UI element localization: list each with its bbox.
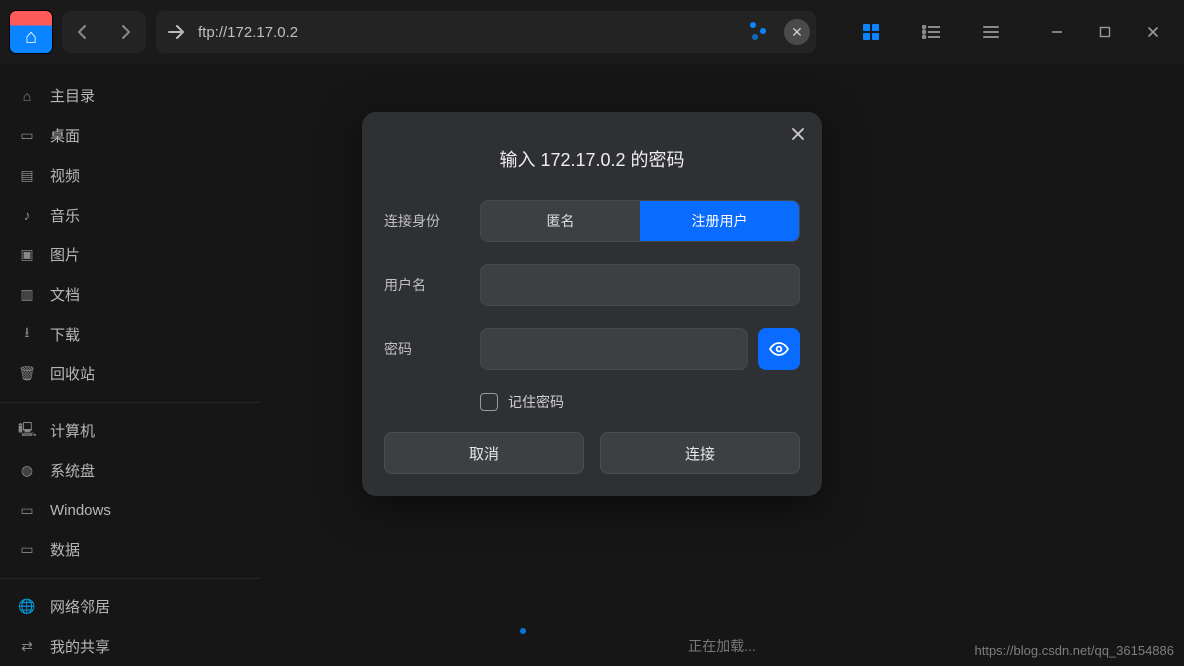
checkbox-icon	[480, 393, 498, 411]
watermark: https://blog.csdn.net/qq_36154886	[975, 643, 1175, 658]
auth-modal: 输入 172.17.0.2 的密码 连接身份 匿名 注册用户 用户名 密码 记住…	[362, 112, 822, 496]
toggle-password-visibility-button[interactable]	[758, 328, 800, 370]
identity-segment: 匿名 注册用户	[480, 200, 800, 242]
password-label: 密码	[384, 339, 480, 359]
identity-registered-option[interactable]: 注册用户	[640, 201, 799, 241]
connect-button[interactable]: 连接	[600, 432, 800, 474]
titlebar: ⌂ ✕	[0, 0, 1184, 64]
nav-back-button[interactable]	[62, 11, 104, 53]
app-icon: ⌂	[10, 11, 52, 53]
identity-anonymous-option[interactable]: 匿名	[481, 201, 640, 241]
modal-title: 输入 172.17.0.2 的密码	[384, 146, 800, 172]
remember-password-checkbox[interactable]: 记住密码	[480, 392, 800, 412]
identity-label: 连接身份	[384, 211, 480, 231]
view-switcher	[850, 11, 1012, 53]
username-label: 用户名	[384, 275, 480, 295]
view-list-button[interactable]	[910, 11, 952, 53]
view-grid-button[interactable]	[850, 11, 892, 53]
window-close-button[interactable]	[1132, 11, 1174, 53]
menu-button[interactable]	[970, 11, 1012, 53]
window-controls	[1036, 11, 1174, 53]
go-icon[interactable]	[168, 25, 186, 39]
modal-close-button[interactable]	[790, 126, 806, 142]
identity-field: 连接身份 匿名 注册用户	[384, 200, 800, 242]
nav-group	[62, 11, 146, 53]
address-clear-button[interactable]: ✕	[784, 19, 810, 45]
window-maximize-button[interactable]	[1084, 11, 1126, 53]
nav-forward-button[interactable]	[104, 11, 146, 53]
loading-spinner-icon	[748, 22, 768, 42]
address-input[interactable]	[198, 24, 736, 41]
modal-overlay: 输入 172.17.0.2 的密码 连接身份 匿名 注册用户 用户名 密码 记住…	[0, 64, 1184, 666]
cancel-button[interactable]: 取消	[384, 432, 584, 474]
address-bar: ✕	[156, 11, 816, 53]
password-field: 密码	[384, 328, 800, 370]
username-input[interactable]	[480, 264, 800, 306]
modal-button-row: 取消 连接	[384, 432, 800, 474]
window-minimize-button[interactable]	[1036, 11, 1078, 53]
username-field: 用户名	[384, 264, 800, 306]
remember-password-label: 记住密码	[508, 392, 564, 412]
password-input[interactable]	[480, 328, 748, 370]
